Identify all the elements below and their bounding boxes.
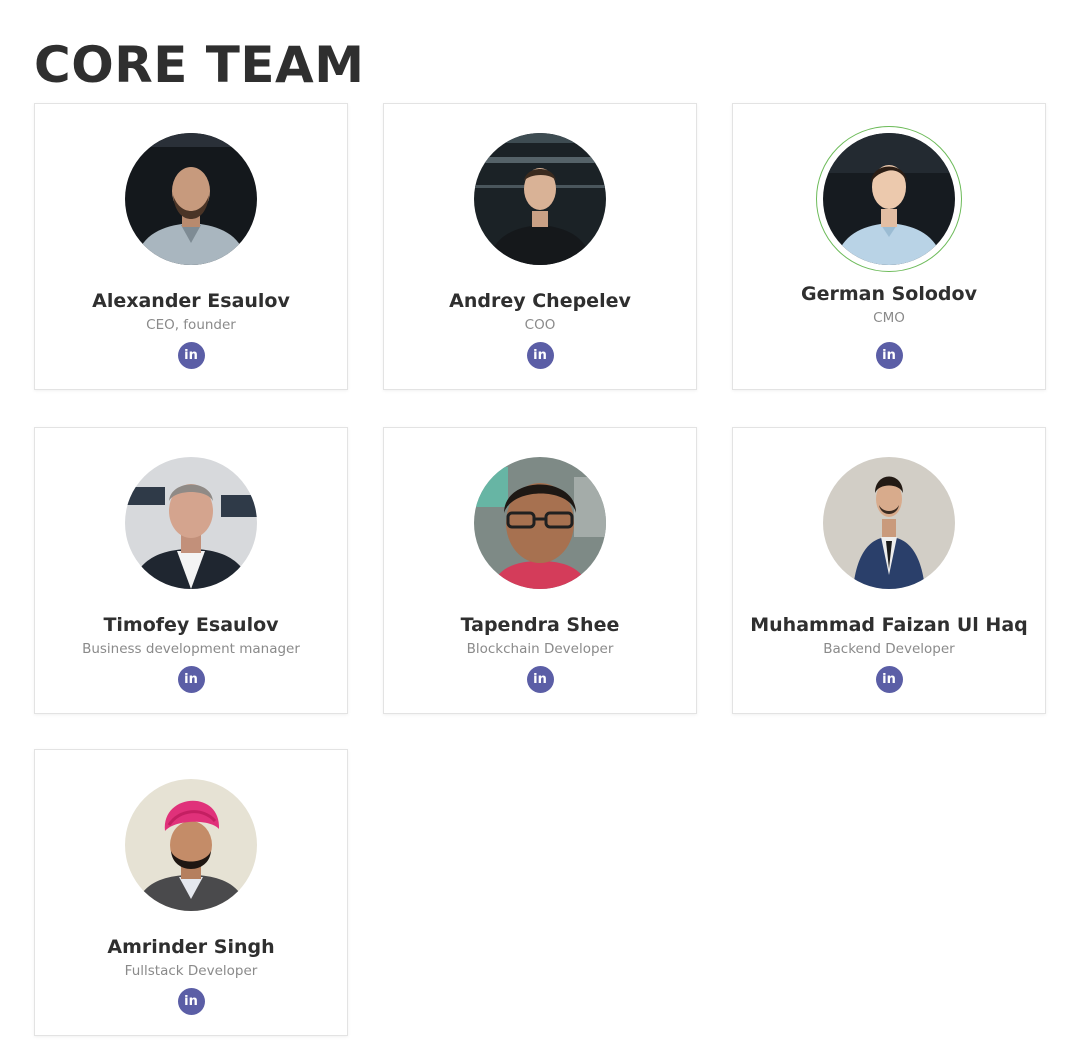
member-name: Tapendra Shee bbox=[460, 614, 620, 636]
member-role: Business development manager bbox=[82, 641, 300, 657]
avatar bbox=[816, 126, 962, 272]
member-role: CEO, founder bbox=[146, 317, 236, 333]
avatar bbox=[125, 457, 257, 589]
avatar bbox=[474, 133, 606, 265]
team-member-card: Tapendra Shee Blockchain Developer in bbox=[383, 427, 697, 714]
team-member-card: Amrinder Singh Fullstack Developer in bbox=[34, 749, 348, 1036]
linkedin-icon[interactable]: in bbox=[177, 666, 205, 693]
team-member-card: Timofey Esaulov Business development man… bbox=[34, 427, 348, 714]
member-name: Alexander Esaulov bbox=[92, 290, 290, 312]
linkedin-icon[interactable]: in bbox=[526, 342, 554, 369]
avatar bbox=[125, 133, 257, 265]
member-name: Muhammad Faizan Ul Haq bbox=[750, 614, 1028, 636]
avatar bbox=[823, 457, 955, 589]
member-name: Amrinder Singh bbox=[107, 936, 275, 958]
member-role: CMO bbox=[873, 310, 905, 326]
member-role: COO bbox=[524, 317, 556, 333]
page-title: CORE TEAM bbox=[34, 36, 365, 94]
linkedin-icon[interactable]: in bbox=[177, 988, 205, 1015]
team-member-card: Muhammad Faizan Ul Haq Backend Developer… bbox=[732, 427, 1046, 714]
member-role: Backend Developer bbox=[823, 641, 955, 657]
member-name: German Solodov bbox=[801, 283, 977, 305]
avatar bbox=[125, 779, 257, 911]
team-member-card: German Solodov CMO in bbox=[732, 103, 1046, 390]
avatar bbox=[474, 457, 606, 589]
linkedin-icon[interactable]: in bbox=[875, 342, 903, 369]
member-role: Fullstack Developer bbox=[124, 963, 258, 979]
team-member-card: Andrey Chepelev COO in bbox=[383, 103, 697, 390]
team-member-card: Alexander Esaulov CEO, founder in bbox=[34, 103, 348, 390]
member-name: Timofey Esaulov bbox=[103, 614, 279, 636]
member-role: Blockchain Developer bbox=[466, 641, 614, 657]
linkedin-icon[interactable]: in bbox=[177, 342, 205, 369]
member-name: Andrey Chepelev bbox=[449, 290, 631, 312]
linkedin-icon[interactable]: in bbox=[526, 666, 554, 693]
linkedin-icon[interactable]: in bbox=[875, 666, 903, 693]
